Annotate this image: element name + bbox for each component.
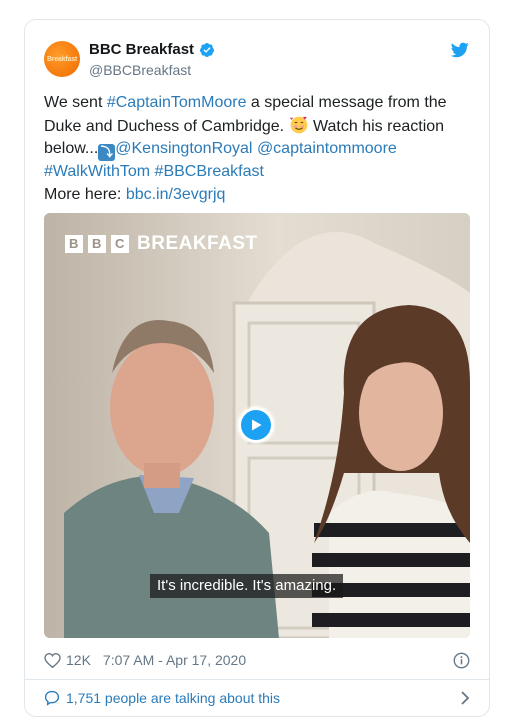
- tweet-card: Breakfast BBC Breakfast @BBCBreakfast We…: [24, 19, 490, 717]
- bbc-logo-letter: B: [65, 235, 83, 253]
- like-count: 12K: [66, 652, 91, 668]
- author-name-row[interactable]: BBC Breakfast: [89, 41, 215, 58]
- more-here-label: More here:: [44, 185, 126, 203]
- mention-kensingtonroyal[interactable]: @KensingtonRoyal: [115, 140, 252, 157]
- conversation-link[interactable]: 1,751 people are talking about this: [44, 688, 470, 708]
- hashtag-captaintommoore[interactable]: #CaptainTomMoore: [107, 94, 247, 111]
- tweet-text: We sent #CaptainTomMoore a special messa…: [44, 92, 474, 206]
- hashtag-bbcbreakfast[interactable]: #BBCBreakfast: [155, 163, 264, 180]
- play-icon: [241, 410, 271, 440]
- bbc-logo-letter: B: [88, 235, 106, 253]
- tweet-text-intro: We sent: [44, 94, 107, 111]
- info-icon[interactable]: [453, 652, 470, 669]
- timestamp[interactable]: 7:07 AM - Apr 17, 2020: [103, 652, 246, 668]
- divider: [25, 679, 489, 680]
- avatar[interactable]: Breakfast: [44, 41, 80, 77]
- talking-count: 1,751 people are talking about this: [66, 690, 281, 706]
- comment-bubble-icon: [44, 690, 60, 706]
- video-player[interactable]: BBC BREAKFAST It's incredible. It's amaz…: [44, 213, 470, 638]
- hashtag-walkwithtom[interactable]: #WalkWithTom: [44, 163, 150, 180]
- heart-icon: [44, 652, 61, 668]
- twitter-bird-icon[interactable]: [451, 42, 469, 58]
- mention-captaintommoore[interactable]: @captaintommoore: [257, 140, 397, 157]
- watermark-word: BREAKFAST: [137, 233, 258, 254]
- tweet-meta: 12K 7:07 AM - Apr 17, 2020: [44, 650, 470, 670]
- video-subtitle: It's incredible. It's amazing.: [150, 574, 344, 598]
- play-button[interactable]: [238, 407, 274, 443]
- short-link[interactable]: bbc.in/3evgrjq: [126, 186, 226, 203]
- like-button[interactable]: 12K: [44, 652, 91, 668]
- smiling-face-with-hearts-icon: [289, 116, 307, 133]
- display-name[interactable]: BBC Breakfast: [89, 41, 194, 58]
- bbc-breakfast-watermark: BBC BREAKFAST: [65, 233, 258, 255]
- handle[interactable]: @BBCBreakfast: [89, 62, 191, 78]
- verified-badge-icon: [200, 42, 215, 57]
- bbc-logo-letter: C: [111, 235, 129, 253]
- right-arrow-curving-down-icon: ⤵: [98, 144, 116, 161]
- chevron-right-icon: [461, 691, 470, 705]
